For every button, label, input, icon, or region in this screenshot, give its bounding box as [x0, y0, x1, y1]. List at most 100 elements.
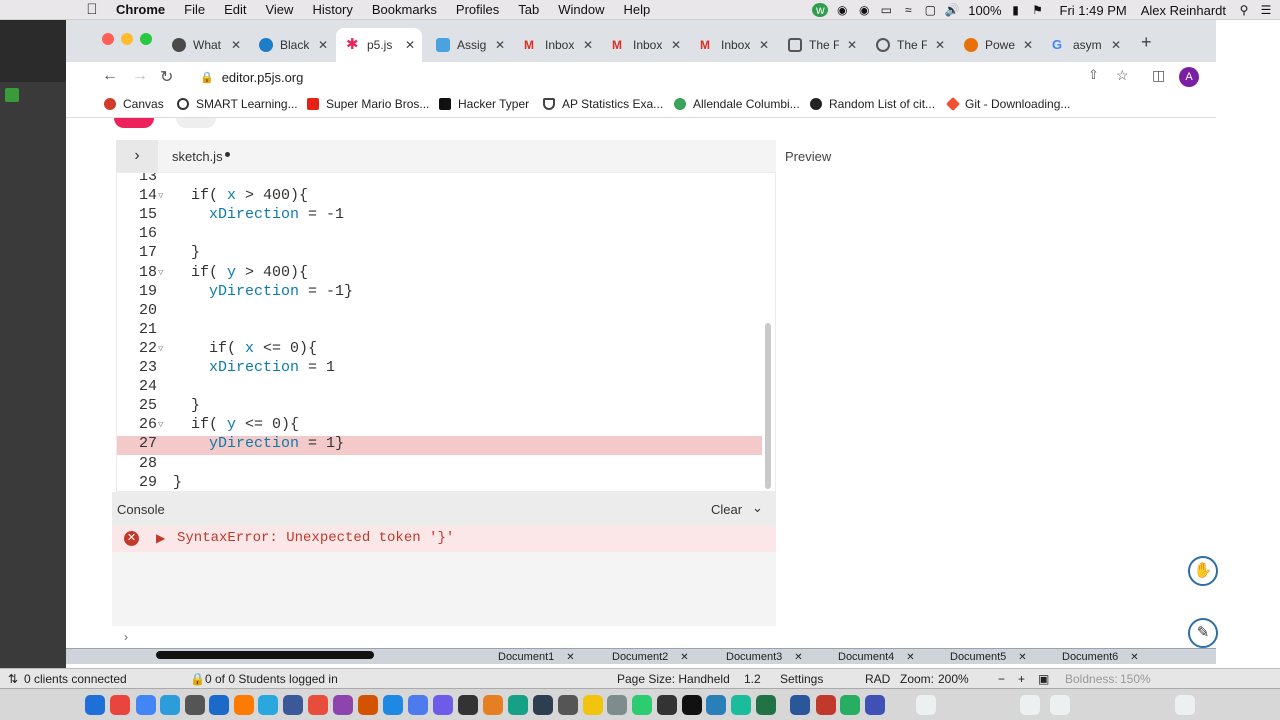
browser-tab[interactable]: The F ✕ [778, 28, 864, 62]
share-icon[interactable]: ⇧ [1088, 67, 1099, 83]
battery-icon[interactable]: ▮ [1008, 3, 1024, 17]
volume-icon[interactable]: 🔊 [944, 3, 960, 17]
close-tab-icon[interactable]: ✕ [671, 38, 681, 52]
code-line[interactable]: } [173, 474, 182, 491]
back-button[interactable]: ← [102, 67, 118, 85]
menu-window[interactable]: Window [558, 2, 604, 17]
code-line[interactable]: } [173, 397, 200, 414]
control-center-icon[interactable]: ☰ [1258, 3, 1274, 17]
code-line[interactable]: xDirection = 1 [173, 359, 335, 376]
expand-triangle-icon[interactable]: ▶ [156, 531, 165, 545]
profile-avatar[interactable]: A [1179, 67, 1199, 87]
document-tab[interactable]: Document3 ✕ [726, 649, 803, 665]
tab-scroll-thumb[interactable] [156, 651, 374, 659]
dock-app-icon[interactable] [358, 695, 378, 715]
dock-app-icon[interactable] [840, 695, 860, 715]
sidebar-icon[interactable]: ◫ [1152, 67, 1165, 84]
forward-button[interactable]: → [132, 67, 148, 85]
fold-arrow-icon[interactable]: ▽ [158, 420, 163, 430]
dock-app-icon[interactable] [682, 695, 702, 715]
console-clear-button[interactable]: Clear [711, 502, 742, 517]
editor-scrollbar[interactable] [765, 323, 771, 489]
dock-app-icon[interactable] [110, 695, 130, 715]
dock-app-icon[interactable] [1050, 695, 1070, 715]
fold-arrow-icon[interactable]: ▽ [158, 268, 163, 278]
dock-app-icon[interactable] [258, 695, 278, 715]
dock-app-icon[interactable] [333, 695, 353, 715]
dock-app-icon[interactable] [657, 695, 677, 715]
close-tab-icon[interactable]: ✕ [583, 38, 593, 52]
dock-app-icon[interactable] [916, 695, 936, 715]
close-icon[interactable]: ✕ [1018, 652, 1026, 663]
menu-history[interactable]: History [312, 2, 352, 17]
file-name[interactable]: sketch.js [172, 149, 230, 164]
document-tab[interactable]: Document2 ✕ [612, 649, 689, 665]
code-line[interactable]: yDirection = 1} [173, 435, 344, 452]
close-icon[interactable]: ✕ [566, 652, 574, 663]
dock-app-icon[interactable] [790, 695, 810, 715]
close-icon[interactable]: ✕ [794, 652, 802, 663]
fold-arrow-icon[interactable]: ▽ [158, 344, 163, 354]
document-tab[interactable]: Document5 ✕ [950, 649, 1027, 665]
document-tab[interactable]: Document6 ✕ [1062, 649, 1139, 665]
angle-mode[interactable]: RAD [865, 672, 890, 686]
code-line[interactable]: if( y > 400){ [173, 264, 308, 281]
browser-tab[interactable]: G asym ✕ [1042, 28, 1128, 62]
close-tab-icon[interactable]: ✕ [759, 38, 769, 52]
code-editor[interactable]: 13 14 ▽ if( x > 400){15 xDirection = -1 16 1… [116, 172, 776, 492]
dock-app-icon[interactable] [508, 695, 528, 715]
screen-mirror-icon[interactable]: ▭ [878, 3, 894, 17]
bookmark-canvas[interactable]: Canvas [104, 97, 164, 111]
close-tab-icon[interactable]: ✕ [405, 38, 415, 52]
dock-app-icon[interactable] [816, 695, 836, 715]
browser-tab[interactable]: M Inbox ✕ [690, 28, 776, 62]
wifi-icon[interactable]: ≈ [900, 3, 916, 17]
dock-app-icon[interactable] [632, 695, 652, 715]
dock-app-icon[interactable] [583, 695, 603, 715]
reload-button[interactable]: ↻ [160, 67, 173, 87]
dock-app-icon[interactable] [731, 695, 751, 715]
lock-icon[interactable]: 🔒 [200, 71, 214, 84]
menu-profiles[interactable]: Profiles [456, 2, 499, 17]
status-app-icon[interactable]: ▢ [922, 3, 938, 17]
dock-app-icon[interactable] [533, 695, 553, 715]
flag-icon[interactable]: ⚑ [1030, 3, 1046, 17]
pen-annotate-icon[interactable]: ✎ [1188, 618, 1218, 648]
code-line[interactable]: yDirection = -1} [173, 283, 353, 300]
stop-button-partial[interactable] [176, 118, 216, 128]
dock-app-icon[interactable] [408, 695, 428, 715]
code-line[interactable]: if( y <= 0){ [173, 416, 299, 433]
dock-app-icon[interactable] [308, 695, 328, 715]
page-size[interactable]: Page Size: Handheld [617, 672, 730, 686]
dock-app-icon[interactable] [756, 695, 776, 715]
bookmark-star-icon[interactable]: ☆ [1116, 67, 1129, 84]
browser-tab[interactable]: The F ✕ [866, 28, 952, 62]
dock-app-icon[interactable] [433, 695, 453, 715]
document-tab[interactable]: Document1 ✕ [498, 649, 575, 665]
dock-app-icon[interactable] [234, 695, 254, 715]
close-tab-icon[interactable]: ✕ [935, 38, 945, 52]
browser-tab-active[interactable]: ✱ p5.js ✕ [336, 28, 422, 62]
bookmark-allendale[interactable]: Allendale Columbi... [674, 97, 800, 111]
address-bar[interactable]: 🔒 editor.p5js.org [190, 64, 1090, 90]
status-app-icon[interactable]: ◉ [856, 3, 872, 17]
dock-app-icon[interactable] [1020, 695, 1040, 715]
close-tab-icon[interactable]: ✕ [847, 38, 857, 52]
menu-tab[interactable]: Tab [518, 2, 539, 17]
zoom-decrease-button[interactable]: − [998, 672, 1005, 686]
menu-view[interactable]: View [265, 2, 293, 17]
dock-app-icon[interactable] [185, 695, 205, 715]
bookmark-random-list[interactable]: Random List of cit... [810, 97, 935, 111]
zoom-value[interactable]: 200% [938, 672, 969, 686]
boldness-value[interactable]: 150% [1120, 672, 1151, 686]
new-tab-button[interactable]: + [1141, 32, 1152, 53]
dock-app-icon[interactable] [383, 695, 403, 715]
bookmark-ap-statistics[interactable]: AP Statistics Exa... [543, 97, 663, 111]
code-line[interactable]: if( x <= 0){ [173, 340, 317, 357]
status-app-icon[interactable]: ◉ [834, 3, 850, 17]
console-prompt[interactable]: › [124, 630, 128, 644]
user-name[interactable]: Alex Reinhardt [1141, 3, 1226, 18]
close-tab-icon[interactable]: ✕ [318, 38, 328, 52]
browser-tab[interactable]: M Inbox ✕ [602, 28, 688, 62]
fullscreen-icon[interactable]: ▣ [1038, 672, 1049, 686]
